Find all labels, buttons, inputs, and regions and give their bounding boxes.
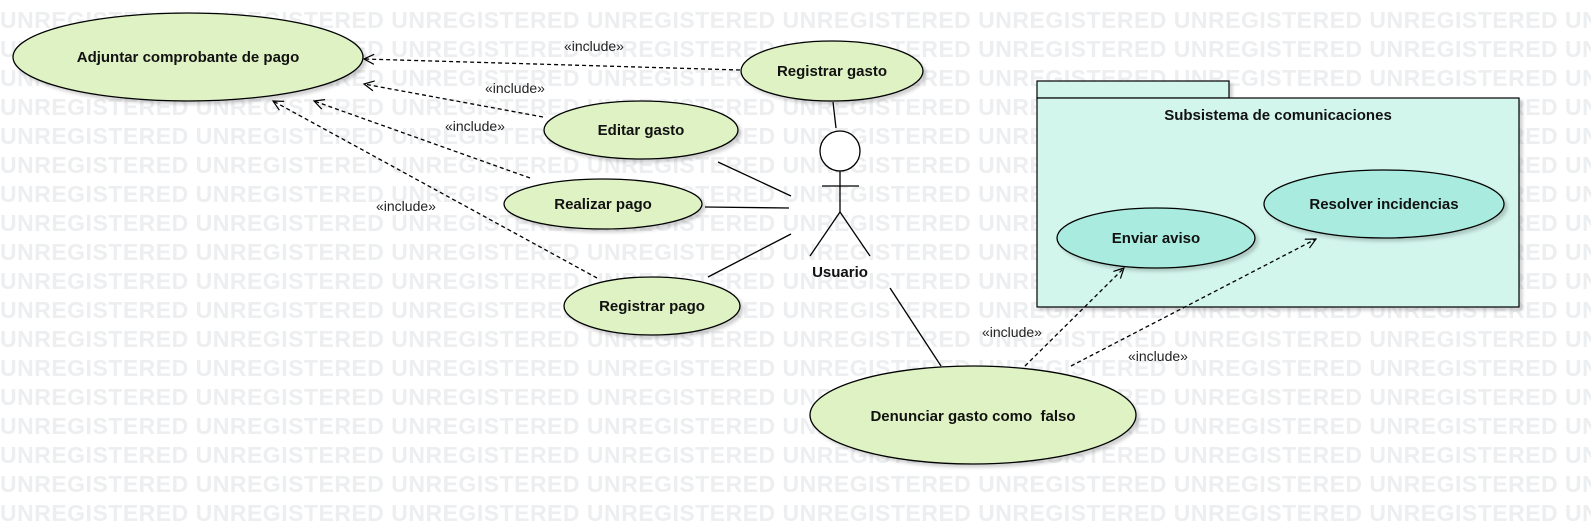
use-case-label: Resolver incidencias [1309, 196, 1458, 213]
use-case-adjuntar-comprobante[interactable]: Adjuntar comprobante de pago [12, 12, 364, 102]
association-realizar-pago [704, 206, 790, 209]
package-tab [1036, 80, 1230, 99]
use-case-diagram: UNREGISTERED UNREGISTERED UNREGISTERED U… [0, 7, 1591, 522]
use-case-label: Registrar pago [599, 298, 705, 315]
use-case-realizar-pago[interactable]: Realizar pago [503, 178, 703, 230]
use-case-registrar-pago[interactable]: Registrar pago [563, 276, 741, 336]
watermark-row: UNREGISTERED UNREGISTERED UNREGISTERED U… [0, 326, 1591, 352]
watermark-row: UNREGISTERED UNREGISTERED UNREGISTERED U… [0, 413, 1591, 439]
use-case-registrar-gasto[interactable]: Registrar gasto [740, 40, 924, 102]
include-label: «include» [485, 80, 545, 96]
watermark-row: UNREGISTERED UNREGISTERED UNREGISTERED U… [0, 442, 1591, 468]
use-case-label: Adjuntar comprobante de pago [77, 49, 300, 66]
use-case-resolver-incidencias[interactable]: Resolver incidencias [1263, 169, 1505, 239]
use-case-label: Editar gasto [598, 122, 685, 139]
actor-label: Usuario [812, 264, 868, 281]
use-case-enviar-aviso[interactable]: Enviar aviso [1056, 207, 1256, 269]
use-case-label: Realizar pago [554, 196, 652, 213]
use-case-editar-gasto[interactable]: Editar gasto [543, 100, 739, 160]
watermark-row: UNREGISTERED UNREGISTERED UNREGISTERED U… [0, 500, 1591, 522]
watermark-row: UNREGISTERED UNREGISTERED UNREGISTERED U… [0, 355, 1591, 381]
watermark-row: UNREGISTERED UNREGISTERED UNREGISTERED U… [0, 384, 1591, 410]
include-label: «include» [445, 118, 505, 134]
include-label: «include» [564, 38, 624, 54]
include-label: «include» [376, 198, 436, 214]
include-label: «include» [982, 324, 1042, 340]
use-case-denunciar-gasto[interactable]: Denunciar gasto como falso [809, 365, 1137, 465]
use-case-label: Denunciar gasto como falso [870, 408, 1075, 425]
watermark-row: UNREGISTERED UNREGISTERED UNREGISTERED U… [0, 471, 1591, 497]
package-title: Subsistema de comunicaciones [1164, 107, 1392, 124]
include-label: «include» [1128, 348, 1188, 364]
use-case-label: Registrar gasto [777, 63, 887, 80]
use-case-label: Enviar aviso [1112, 230, 1200, 247]
